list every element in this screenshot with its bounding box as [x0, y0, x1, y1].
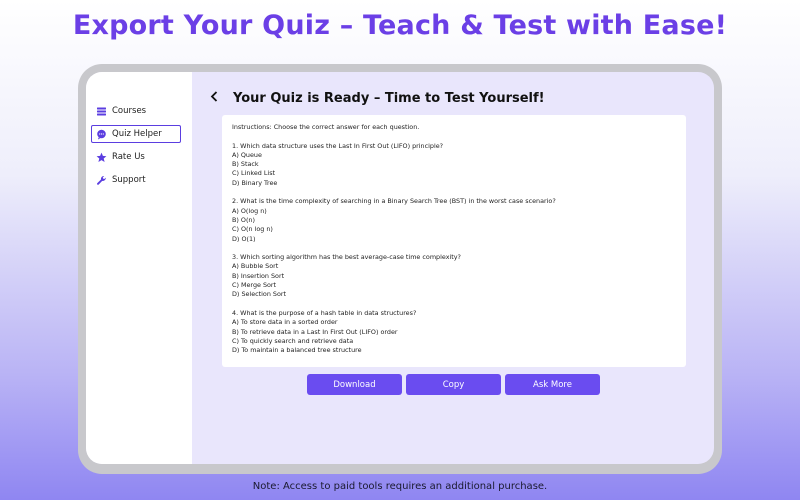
chat-icon: [96, 129, 107, 140]
sidebar-item-support[interactable]: Support: [91, 171, 181, 189]
footer-note: Note: Access to paid tools requires an a…: [252, 481, 548, 492]
page-title: Your Quiz is Ready – Time to Test Yourse…: [233, 90, 545, 106]
quiz-text: Instructions: Choose the correct answer …: [232, 123, 556, 355]
sidebar-item-quiz-helper[interactable]: Quiz Helper: [91, 125, 181, 143]
action-bar: Download Copy Ask More: [307, 374, 600, 395]
courses-icon: [96, 106, 107, 117]
sidebar-item-label: Support: [112, 175, 146, 185]
sidebar: Courses Quiz Helper Rate Us Support: [86, 72, 192, 464]
app-screen: Courses Quiz Helper Rate Us Support Your…: [86, 72, 714, 464]
promo-headline: Export Your Quiz – Teach & Test with Eas…: [72, 10, 728, 41]
copy-button[interactable]: Copy: [406, 374, 501, 395]
ask-more-button[interactable]: Ask More: [505, 374, 600, 395]
download-button[interactable]: Download: [307, 374, 402, 395]
device-frame: Courses Quiz Helper Rate Us Support Your…: [78, 64, 722, 474]
star-icon: [96, 152, 107, 163]
sidebar-item-courses[interactable]: Courses: [91, 102, 181, 120]
quiz-content-panel: Instructions: Choose the correct answer …: [222, 115, 686, 367]
back-icon[interactable]: [210, 90, 219, 106]
sidebar-item-label: Quiz Helper: [112, 129, 162, 139]
sidebar-item-label: Courses: [112, 106, 147, 116]
wrench-icon: [96, 175, 107, 186]
sidebar-item-rate-us[interactable]: Rate Us: [91, 148, 181, 166]
page-header: Your Quiz is Ready – Time to Test Yourse…: [210, 88, 545, 108]
sidebar-item-label: Rate Us: [112, 152, 145, 162]
